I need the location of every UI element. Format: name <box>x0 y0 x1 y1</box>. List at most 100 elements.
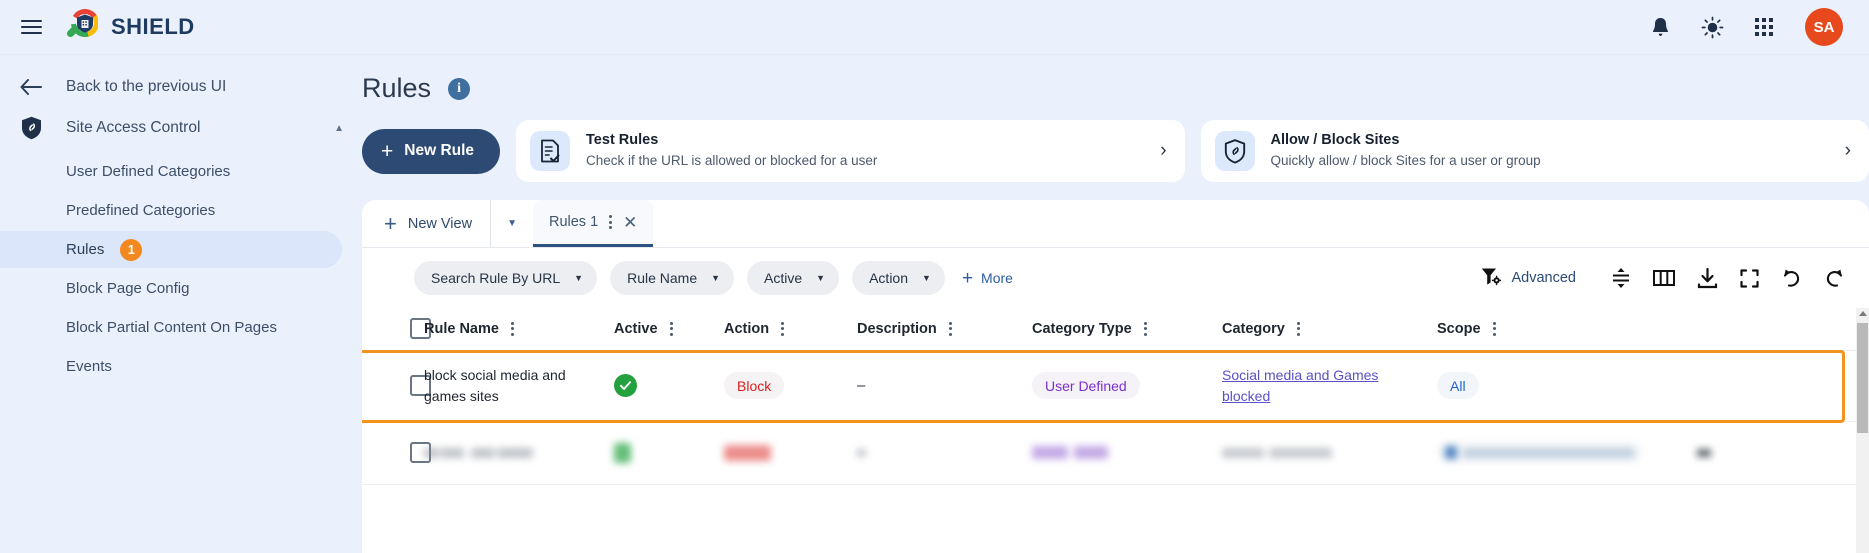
kebab-menu-icon[interactable] <box>1296 321 1300 336</box>
new-rule-label: New Rule <box>404 142 475 159</box>
new-rule-button[interactable]: + New Rule <box>362 128 501 174</box>
category-link[interactable]: Social media and Games blocked <box>1222 365 1437 406</box>
chevron-right-icon[interactable]: › <box>1150 140 1166 162</box>
cell-active <box>614 421 724 485</box>
column-label: Active <box>614 320 658 337</box>
column-label: Category <box>1222 320 1285 337</box>
undo-icon[interactable] <box>1781 268 1802 289</box>
scrollbar-thumb[interactable] <box>1857 323 1868 433</box>
new-view-button[interactable]: + New View <box>362 200 490 247</box>
brand-name: SHIELD <box>111 14 195 39</box>
document-check-icon <box>530 131 571 171</box>
card-title: Allow / Block Sites <box>1270 132 1400 149</box>
column-label: Action <box>724 320 770 337</box>
kebab-menu-icon[interactable] <box>1492 321 1496 336</box>
new-view-dropdown-icon[interactable]: ▼ <box>490 200 533 247</box>
sidebar-item-user-defined-categories[interactable]: User Defined Categories <box>0 153 342 190</box>
vertical-scrollbar[interactable] <box>1856 308 1869 553</box>
chevron-down-icon: ▼ <box>922 273 931 283</box>
hamburger-icon[interactable] <box>14 10 48 44</box>
chip-label: Search Rule By URL <box>431 270 561 286</box>
allow-block-text: Allow / Block Sites Quickly allow / bloc… <box>1271 131 1819 170</box>
download-icon[interactable] <box>1697 267 1718 289</box>
active-check-icon <box>614 374 637 397</box>
shield-icon <box>18 116 44 140</box>
scroll-up-arrow-icon[interactable] <box>1858 311 1867 316</box>
more-label: More <box>981 270 1013 286</box>
bell-icon[interactable] <box>1647 14 1673 40</box>
plus-icon: + <box>961 267 974 289</box>
sidebar-item-block-partial-content[interactable]: Block Partial Content On Pages <box>0 309 342 346</box>
sidebar-item-label: Predefined Categories <box>66 202 216 219</box>
card-title: Test Rules <box>586 132 659 149</box>
action-badge: Block <box>724 372 785 399</box>
sidebar-group-label: Site Access Control <box>66 119 201 136</box>
tab-rules-1[interactable]: Rules 1 ✕ <box>532 200 654 247</box>
sidebar-item-predefined-categories[interactable]: Predefined Categories <box>0 192 342 229</box>
column-label: Category Type <box>1032 320 1132 337</box>
brand-logo[interactable]: SHIELD <box>62 8 195 45</box>
chevron-right-icon[interactable]: › <box>1835 140 1851 162</box>
filter-action[interactable]: Action ▼ <box>852 261 945 295</box>
columns-icon[interactable] <box>1653 269 1675 287</box>
fullscreen-icon[interactable] <box>1740 268 1759 288</box>
advanced-filter-button[interactable]: Advanced <box>1481 267 1591 290</box>
tab-label: Rules 1 <box>548 214 599 230</box>
refresh-icon[interactable] <box>1824 268 1845 289</box>
back-label: Back to the previous UI <box>66 78 227 95</box>
category-type-badge: User Defined <box>1032 372 1140 399</box>
shield-magnifier-logo <box>62 8 99 45</box>
kebab-menu-icon[interactable] <box>609 215 613 229</box>
sidebar-item-label: Rules <box>66 241 105 258</box>
sidebar-group-site-access-control[interactable]: Site Access Control ▲ <box>0 105 362 151</box>
chevron-down-icon: ▼ <box>711 273 721 283</box>
info-icon[interactable]: i <box>448 77 471 100</box>
column-label: Scope <box>1437 320 1481 337</box>
cell-category <box>1222 421 1437 485</box>
topbar-actions: SA <box>1647 8 1843 46</box>
row-select-cell <box>362 350 431 422</box>
chevron-up-icon[interactable]: ▲ <box>334 123 344 134</box>
advanced-label: Advanced <box>1511 270 1577 286</box>
chip-label: Action <box>869 270 909 286</box>
kebab-menu-icon[interactable] <box>510 321 514 336</box>
sidebar-item-label: User Defined Categories <box>66 163 231 180</box>
close-icon[interactable]: ✕ <box>623 214 637 231</box>
cell-active <box>614 350 724 422</box>
scope-badge: All <box>1437 372 1479 399</box>
back-to-previous-ui[interactable]: Back to the previous UI <box>0 69 362 105</box>
chip-label: Rule Name <box>627 270 698 286</box>
table-scroll: Rule Name Active Action Description Cate… <box>362 308 1856 553</box>
filter-active[interactable]: Active ▼ <box>747 261 840 295</box>
sidebar-item-events[interactable]: Events <box>0 348 342 385</box>
redacted-category-type <box>1032 446 1222 459</box>
kebab-menu-icon[interactable] <box>669 321 673 336</box>
avatar[interactable]: SA <box>1805 8 1843 46</box>
sun-icon[interactable] <box>1699 14 1725 40</box>
sidebar-item-block-page-config[interactable]: Block Page Config <box>0 270 342 307</box>
kebab-menu-icon[interactable] <box>781 321 785 336</box>
header-description: Description <box>857 308 1032 351</box>
filter-search-rule-by-url[interactable]: Search Rule By URL ▼ <box>414 261 598 295</box>
tab-bar: + New View ▼ Rules 1 ✕ <box>362 200 1869 248</box>
redacted-filler <box>1697 448 1856 457</box>
action-row: + New Rule Test Rules Check if the URL i… <box>362 120 1869 200</box>
table-row[interactable]: block social media and games sites Block… <box>362 350 1856 422</box>
kebab-menu-icon[interactable] <box>948 321 952 336</box>
column-label: Rule Name <box>424 320 499 337</box>
redacted-active <box>614 442 724 463</box>
grid-apps-icon[interactable] <box>1751 14 1777 40</box>
sidebar-item-rules[interactable]: Rules 1 <box>0 231 342 268</box>
filter-rule-name[interactable]: Rule Name ▼ <box>610 261 735 295</box>
header-category: Category <box>1222 308 1437 351</box>
plus-icon: + <box>381 139 394 163</box>
cell-description: – <box>857 350 1032 422</box>
kebab-menu-icon[interactable] <box>1143 321 1147 336</box>
allow-block-sites-card[interactable]: Allow / Block Sites Quickly allow / bloc… <box>1200 120 1869 182</box>
header-active: Active <box>614 308 724 351</box>
body: Back to the previous UI Site Access Cont… <box>0 55 1869 553</box>
test-rules-card[interactable]: Test Rules Check if the URL is allowed o… <box>516 120 1185 182</box>
row-height-icon[interactable] <box>1611 267 1631 289</box>
more-filters-button[interactable]: + More <box>958 269 1013 288</box>
table-row[interactable] <box>362 421 1856 485</box>
